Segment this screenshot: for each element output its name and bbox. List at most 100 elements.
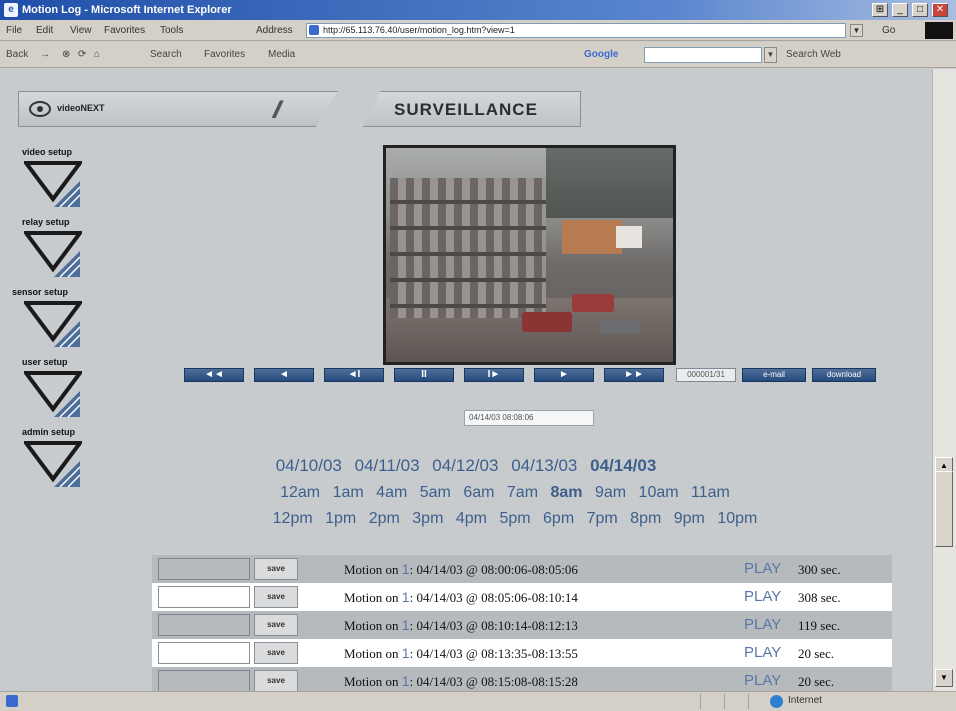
note-input[interactable] bbox=[158, 670, 250, 691]
hour-link[interactable]: 10am bbox=[639, 484, 679, 501]
save-button[interactable]: save bbox=[254, 586, 298, 608]
menu-edit[interactable]: Edit bbox=[36, 20, 53, 41]
sidebar-item-video-setup[interactable]: video setup bbox=[12, 147, 102, 217]
timestamp-field[interactable]: 04/14/03 08:08:06 bbox=[464, 410, 594, 426]
hour-link[interactable]: 8pm bbox=[630, 510, 661, 527]
hour-link[interactable]: 7pm bbox=[587, 510, 618, 527]
hour-link[interactable]: 4pm bbox=[456, 510, 487, 527]
date-link[interactable]: 04/10/03 bbox=[276, 456, 342, 475]
menu-bar: File Edit View Favorites Tools Address h… bbox=[0, 20, 956, 41]
back-button[interactable]: Back bbox=[6, 42, 28, 68]
address-input[interactable]: http://65.113.76.40/user/motion_log.htm?… bbox=[306, 23, 846, 38]
scroll-thumb[interactable] bbox=[935, 471, 953, 547]
hour-link[interactable]: 4am bbox=[376, 484, 407, 501]
sidebar-item-user-setup[interactable]: user setup bbox=[12, 357, 102, 427]
hour-link[interactable]: 2pm bbox=[369, 510, 400, 527]
date-link[interactable]: 04/11/03 bbox=[355, 456, 420, 475]
close-button[interactable]: ✕ bbox=[932, 3, 948, 17]
hour-link-selected[interactable]: 8am bbox=[550, 484, 582, 501]
refresh-icon[interactable]: ⟳ bbox=[78, 42, 86, 68]
play-link[interactable]: PLAY bbox=[744, 588, 781, 605]
hour-link[interactable]: 11am bbox=[691, 484, 730, 501]
hour-link[interactable]: 9am bbox=[595, 484, 626, 501]
hour-link[interactable]: 1am bbox=[333, 484, 364, 501]
hour-link[interactable]: 6pm bbox=[543, 510, 574, 527]
window-title: Motion Log - Microsoft Internet Explorer bbox=[22, 4, 232, 16]
camera-link[interactable]: 1 bbox=[402, 589, 410, 605]
email-button[interactable]: e-mail bbox=[742, 368, 806, 382]
media-button[interactable]: Media bbox=[268, 42, 295, 68]
sidebar-label: relay setup bbox=[22, 217, 70, 227]
camera-link[interactable]: 1 bbox=[402, 645, 410, 661]
note-input[interactable] bbox=[158, 586, 250, 608]
go-button[interactable]: Go bbox=[882, 20, 895, 41]
motion-prefix: Motion on bbox=[344, 646, 399, 661]
save-button[interactable]: save bbox=[254, 670, 298, 691]
hour-link[interactable]: 10pm bbox=[717, 510, 757, 527]
hour-link[interactable]: 7am bbox=[507, 484, 538, 501]
play-button[interactable]: ► bbox=[534, 368, 594, 382]
hour-link[interactable]: 12am bbox=[280, 484, 320, 501]
hour-link[interactable]: 5am bbox=[420, 484, 451, 501]
date-link[interactable]: 04/12/03 bbox=[432, 456, 498, 475]
google-dropdown[interactable]: ▼ bbox=[764, 47, 777, 63]
hour-link[interactable]: 3pm bbox=[412, 510, 443, 527]
maximize-button[interactable]: □ bbox=[912, 3, 928, 17]
scroll-down-button[interactable]: ▼ bbox=[935, 669, 953, 687]
motion-log-table: save Motion on 1: 04/14/03 @ 08:00:06-08… bbox=[152, 555, 892, 691]
play-link[interactable]: PLAY bbox=[744, 560, 781, 577]
note-input[interactable] bbox=[158, 642, 250, 664]
hour-link[interactable]: 9pm bbox=[674, 510, 705, 527]
play-link[interactable]: PLAY bbox=[744, 672, 781, 689]
hour-link[interactable]: 1pm bbox=[325, 510, 356, 527]
home-icon[interactable]: ⌂ bbox=[94, 42, 100, 68]
hour-link[interactable]: 6am bbox=[463, 484, 494, 501]
motion-prefix: Motion on bbox=[344, 674, 399, 689]
table-row: save Motion on 1: 04/14/03 @ 08:05:06-08… bbox=[152, 583, 892, 611]
vertical-scrollbar[interactable]: ▲ ▼ bbox=[932, 69, 956, 691]
step-back-button[interactable]: ◄I bbox=[324, 368, 384, 382]
motion-range: : 04/14/03 @ 08:05:06-08:10:14 bbox=[409, 590, 578, 605]
favorites-button[interactable]: Favorites bbox=[204, 42, 245, 68]
hour-link[interactable]: 5pm bbox=[499, 510, 530, 527]
fast-forward-button[interactable]: ►► bbox=[604, 368, 664, 382]
date-link-selected[interactable]: 04/14/03 bbox=[590, 456, 656, 475]
camera-link[interactable]: 1 bbox=[402, 617, 410, 633]
forward-button[interactable]: → bbox=[40, 42, 50, 68]
rewind-fast-button[interactable]: ◄◄ bbox=[184, 368, 244, 382]
address-dropdown-button[interactable]: ▼ bbox=[850, 24, 863, 37]
play-link[interactable]: PLAY bbox=[744, 616, 781, 633]
window-titlebar: e Motion Log - Microsoft Internet Explor… bbox=[0, 0, 956, 20]
play-link[interactable]: PLAY bbox=[744, 644, 781, 661]
menu-tools[interactable]: Tools bbox=[160, 20, 183, 41]
rewind-button[interactable]: ◄ bbox=[254, 368, 314, 382]
minimize-button[interactable]: _ bbox=[892, 3, 908, 17]
stop-icon[interactable]: ⊗ bbox=[62, 42, 70, 68]
triangle-down-icon bbox=[24, 161, 82, 208]
step-forward-button[interactable]: I► bbox=[464, 368, 524, 382]
date-link[interactable]: 04/13/03 bbox=[511, 456, 577, 475]
save-button[interactable]: save bbox=[254, 558, 298, 580]
camera-link[interactable]: 1 bbox=[402, 673, 410, 689]
menu-view[interactable]: View bbox=[70, 20, 92, 41]
video-structure bbox=[562, 220, 622, 254]
camera-link[interactable]: 1 bbox=[402, 561, 410, 577]
menu-favorites[interactable]: Favorites bbox=[104, 20, 145, 41]
video-frame[interactable] bbox=[383, 145, 676, 365]
menu-file[interactable]: File bbox=[6, 20, 22, 41]
search-web-button[interactable]: Search Web bbox=[786, 42, 841, 68]
download-button[interactable]: download bbox=[812, 368, 876, 382]
note-input[interactable] bbox=[158, 614, 250, 636]
windows-flag-icon[interactable]: ⊞ bbox=[872, 3, 888, 17]
note-input[interactable] bbox=[158, 558, 250, 580]
hour-link[interactable]: 12pm bbox=[273, 510, 313, 527]
sidebar-item-sensor-setup[interactable]: sensor setup bbox=[12, 287, 102, 357]
google-search-input[interactable] bbox=[644, 47, 762, 63]
triangle-down-icon bbox=[24, 231, 82, 278]
page-title: SURVEILLANCE bbox=[394, 100, 538, 119]
search-button[interactable]: Search bbox=[150, 42, 182, 68]
pause-button[interactable]: II bbox=[394, 368, 454, 382]
sidebar-item-relay-setup[interactable]: relay setup bbox=[12, 217, 102, 287]
save-button[interactable]: save bbox=[254, 642, 298, 664]
save-button[interactable]: save bbox=[254, 614, 298, 636]
